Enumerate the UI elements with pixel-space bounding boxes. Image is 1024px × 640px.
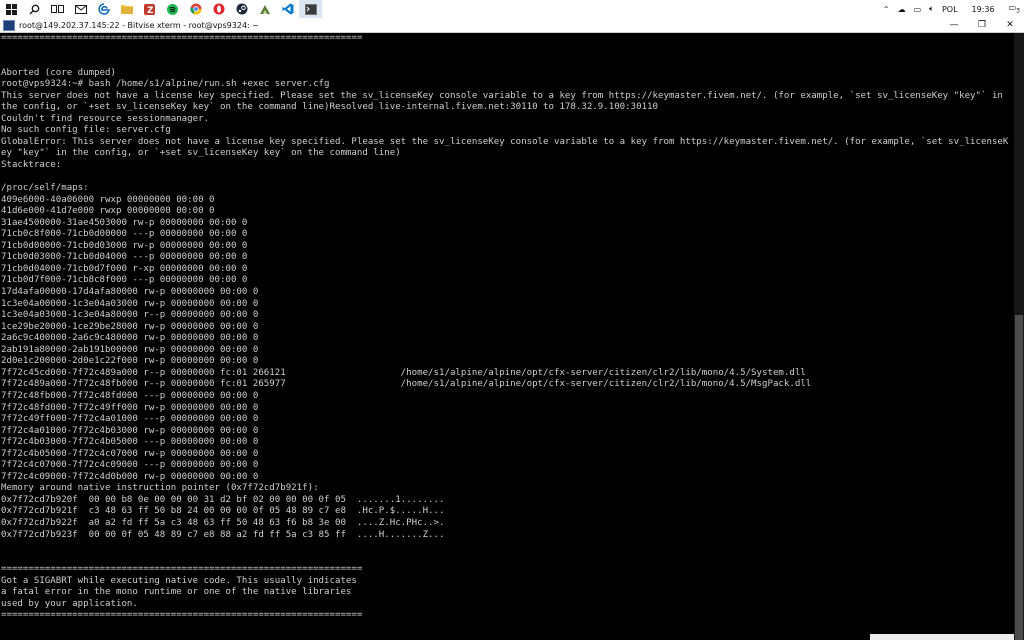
- terminal-line: 7f72c489a000-7f72c48fb000 r--p 00000000 …: [1, 379, 812, 390]
- terminal-line: 409e6000-40a06000 rwxp 00000000 00:00 0: [1, 194, 215, 205]
- window-controls: — ❐ ✕: [940, 18, 1024, 32]
- scrollbar-thumb[interactable]: [1015, 315, 1023, 640]
- terminal-line: 0x7f72cd7b921f c3 48 63 ff 50 b8 24 00 0…: [1, 506, 445, 517]
- terminal-line: /proc/self/maps:: [1, 183, 89, 194]
- terminal-line: No such config file: server.cfg: [1, 125, 171, 136]
- terminal-line: a fatal error in the mono runtime or one…: [1, 587, 352, 598]
- terminal-line: 7f72c4c09000-7f72c4d0b000 rw-p 00000000 …: [1, 471, 259, 482]
- terminal-line: root@vps9324:~# bash /home/s1/alpine/run…: [1, 79, 330, 90]
- search-icon[interactable]: [23, 0, 46, 18]
- terminal-line: 31ae4500000-31ae4503000 rw-p 00000000 00…: [1, 217, 248, 228]
- terminal-line: This server does not have a license key …: [1, 90, 1003, 101]
- volume-icon[interactable]: 🔈︎: [925, 4, 938, 14]
- terminal-line: Couldn't find resource sessionmanager.: [1, 113, 210, 124]
- minimize-button[interactable]: —: [940, 18, 968, 32]
- terminal-line: Got a SIGABRT while executing native cod…: [1, 575, 357, 586]
- system-tray: ⌃ ☁ ▭ 🔈︎ POL 19:36 ▭3: [879, 0, 1024, 18]
- terminal-line: 0x7f72cd7b920f 00 00 b8 0e 00 00 00 31 d…: [1, 494, 445, 505]
- notification-center-icon[interactable]: ▭3: [1005, 3, 1024, 15]
- terminal-line: used by your application.: [1, 598, 138, 609]
- terminal-line: 0x7f72cd7b923f 00 00 0f 05 48 89 c7 e8 8…: [1, 529, 445, 540]
- terminal-line: 1c3e04a03000-1c3e04a80000 r--p 00000000 …: [1, 310, 259, 321]
- maximize-button[interactable]: ❐: [968, 18, 996, 32]
- terminal-line: Aborted (core dumped): [1, 67, 116, 78]
- language-indicator[interactable]: POL: [938, 5, 962, 14]
- file-explorer-icon[interactable]: [115, 0, 138, 18]
- terminal-line: 1ce29be20000-1ce29be28000 rw-p 00000000 …: [1, 321, 259, 332]
- svg-text:Z: Z: [147, 6, 154, 15]
- terminal-line: Memory around native instruction pointer…: [1, 483, 319, 494]
- terminal-line: 7f72c49ff000-7f72c4a01000 ---p 00000000 …: [1, 414, 259, 425]
- terminal-line: 41d6e000-41d7e000 rwxp 00000000 00:00 0: [1, 206, 215, 217]
- terminal-line: 7f72c4c07000-7f72c4c09000 ---p 00000000 …: [1, 460, 259, 471]
- bitvise-xterm-taskbar-button[interactable]: [299, 0, 322, 18]
- chevron-up-icon[interactable]: ⌃: [879, 5, 894, 14]
- terminal-line: ========================================…: [1, 33, 363, 43]
- terminal-line: 17d4afa00000-17d4afa80000 rw-p 00000000 …: [1, 287, 259, 298]
- steam-icon[interactable]: [230, 0, 253, 18]
- clock[interactable]: 19:36: [962, 5, 1005, 14]
- mail-icon[interactable]: [69, 0, 92, 18]
- terminal-line: 71cb0d7f000-71cb8c8f000 ---p 00000000 00…: [1, 275, 248, 286]
- terminal-line: 7f72c4a01000-7f72c4b03000 rw-p 00000000 …: [1, 425, 259, 436]
- network-icon[interactable]: ▭: [910, 5, 926, 14]
- windows-logo-icon: [6, 3, 17, 15]
- terminal-line: 1c3e04a00000-1c3e04a03000 rw-p 00000000 …: [1, 298, 259, 309]
- opera-icon[interactable]: [207, 0, 230, 18]
- terminal-line: 2a6c9c400000-2a6c9c480000 rw-p 00000000 …: [1, 333, 259, 344]
- app-icon[interactable]: [3, 19, 15, 31]
- close-button[interactable]: ✕: [996, 18, 1024, 32]
- terminal-line: 7f72c48fb000-7f72c48fd000 ---p 00000000 …: [1, 390, 259, 401]
- window-title-bar[interactable]: root@149.202.37.145:22 - Bitvise xterm -…: [0, 18, 1024, 33]
- terminal-line: ========================================…: [1, 564, 363, 575]
- onedrive-icon[interactable]: ☁: [894, 5, 910, 14]
- chrome-icon[interactable]: [184, 0, 207, 18]
- notification-count: 3: [1016, 7, 1020, 15]
- start-button[interactable]: [0, 0, 23, 18]
- terminal-line: ========================================…: [1, 610, 363, 621]
- terminal-line: 71cb0d00000-71cb0d03000 rw-p 00000000 00…: [1, 240, 248, 251]
- terminal-line: the config, or `+set sv_licenseKey key` …: [1, 102, 658, 113]
- terminal-line: Stacktrace:: [1, 160, 62, 171]
- terminal-line: 7f72c45cd000-7f72c489a000 r--p 00000000 …: [1, 367, 806, 378]
- bitvise-icon[interactable]: [253, 0, 276, 18]
- spotify-icon[interactable]: [161, 0, 184, 18]
- terminal-output[interactable]: ========================================…: [0, 33, 1014, 640]
- terminal-line: GlobalError: This server does not have a…: [1, 136, 1009, 147]
- window-title: root@149.202.37.145:22 - Bitvise xterm -…: [19, 20, 259, 30]
- terminal-line: 71cb0c8f000-71cb0d00000 ---p 00000000 00…: [1, 229, 248, 240]
- terminal-lines: ========================================…: [0, 33, 1014, 640]
- task-view-icon[interactable]: [46, 0, 69, 18]
- terminal-line: 71cb0d03000-71cb0d04000 ---p 00000000 00…: [1, 252, 248, 263]
- taskbar: Z ⌃ ☁ ▭ 🔈︎ POL 19:36 ▭3: [0, 0, 1024, 19]
- terminal-line: 71cb0d04000-71cb0d7f000 r-xp 00000000 00…: [1, 263, 248, 274]
- terminal-line: 2d0e1c200000-2d0e1c22f000 rw-p 00000000 …: [1, 356, 259, 367]
- terminal-line: 7f72c4b03000-7f72c4b05000 ---p 00000000 …: [1, 437, 259, 448]
- edge-icon[interactable]: [92, 0, 115, 18]
- terminal-line: 2ab191a80000-2ab191b00000 rw-p 00000000 …: [1, 344, 259, 355]
- filezilla-icon[interactable]: Z: [138, 0, 161, 18]
- terminal-line: 0x7f72cd7b922f a0 a2 fd ff 5a c3 48 63 f…: [1, 517, 445, 528]
- vertical-scrollbar[interactable]: [1014, 33, 1024, 640]
- vscode-icon[interactable]: [276, 0, 299, 18]
- terminal-line: 7f72c4b05000-7f72c4c07000 rw-p 00000000 …: [1, 448, 259, 459]
- terminal-line: 7f72c48fd000-7f72c49ff000 rw-p 00000000 …: [1, 402, 259, 413]
- terminal-line: ey "key"` in the config, or `+set sv_lic…: [1, 148, 401, 159]
- status-strip: [870, 634, 1014, 640]
